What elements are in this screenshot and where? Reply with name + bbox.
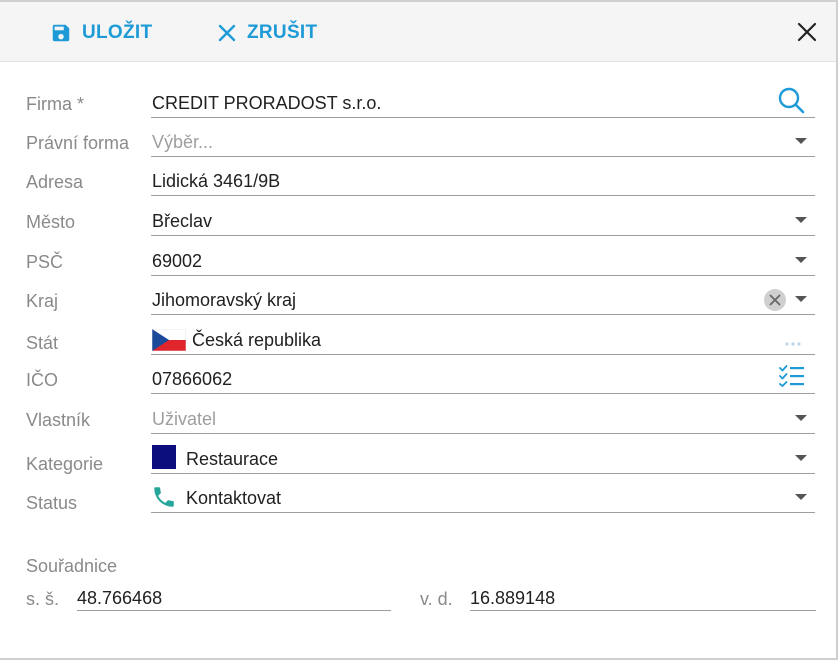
close-icon [797,22,817,42]
status-value: Kontaktovat [186,488,282,508]
row-ico: IČO 07866062 [0,359,838,399]
longitude-label: v. d. [420,589,453,609]
row-kategorie: Kategorie Restaurace [0,439,838,479]
save-button[interactable]: ULOŽIT [50,2,152,64]
ico-label: IČO [26,370,59,390]
stat-label: Stát [26,333,59,353]
pravni-forma-select[interactable]: Výběr... [151,122,815,157]
latitude-value: 48.766468 [77,588,163,608]
status-label: Status [26,493,78,513]
chevron-down-icon[interactable] [795,257,807,263]
vlastnik-label: Vlastník [26,410,91,430]
firma-field[interactable]: CREDIT PRORADOST s.r.o. [151,83,815,118]
ico-field[interactable]: 07866062 [151,359,815,394]
longitude-field[interactable]: 16.889148 [470,584,816,611]
status-select[interactable]: Kontaktovat [151,478,815,513]
longitude-value: 16.889148 [470,588,556,608]
row-adresa: Adresa Lidická 3461/9B [0,161,838,201]
save-icon [50,22,72,44]
vlastnik-select[interactable]: Uživatel [151,399,815,434]
psc-label: PSČ [26,252,64,272]
stat-field[interactable]: Česká republika [151,320,815,355]
kategorie-value: Restaurace [186,449,279,469]
more-dots-icon[interactable] [785,334,801,352]
checklist-icon[interactable] [779,365,805,392]
toolbar: ULOŽIT ZRUŠIT [0,0,836,62]
save-label: ULOŽIT [82,22,153,43]
row-kraj: Kraj Jihomoravský kraj [0,280,838,320]
row-firma: Firma * CREDIT PRORADOST s.r.o. [0,83,838,123]
firma-value: CREDIT PRORADOST s.r.o. [152,93,382,113]
phone-icon [151,484,177,515]
adresa-value: Lidická 3461/9B [152,171,281,191]
psc-value: 69002 [152,251,203,271]
mesto-value: Břeclav [152,211,213,231]
latitude-field[interactable]: 48.766468 [77,584,391,611]
adresa-label: Adresa [26,172,84,192]
chevron-down-icon[interactable] [795,296,807,302]
kategorie-select[interactable]: Restaurace [151,439,815,474]
vlastnik-placeholder: Uživatel [152,409,217,429]
search-icon[interactable] [777,86,805,119]
chevron-down-icon[interactable] [795,217,807,223]
mesto-label: Město [26,212,76,232]
clear-icon[interactable] [763,288,787,317]
cancel-button[interactable]: ZRUŠIT [217,2,317,64]
chevron-down-icon[interactable] [795,415,807,421]
adresa-field[interactable]: Lidická 3461/9B [151,161,815,196]
latitude-label: s. š. [26,589,60,609]
chevron-down-icon[interactable] [795,138,807,144]
kraj-value: Jihomoravský kraj [152,290,297,310]
chevron-down-icon[interactable] [795,494,807,500]
stat-value: Česká republika [192,330,322,350]
close-dialog-button[interactable] [796,21,818,43]
firma-label: Firma * [26,94,84,114]
kraj-select[interactable]: Jihomoravský kraj [151,280,815,315]
coordinates-heading: Souřadnice [26,556,118,576]
pravni-forma-label: Právní forma [26,133,130,153]
row-pravni-forma: Právní forma Výběr... [0,122,838,162]
row-mesto: Město Břeclav [0,201,838,241]
mesto-select[interactable]: Břeclav [151,201,815,236]
category-color-swatch [152,445,176,469]
ico-value: 07866062 [152,369,233,389]
pravni-forma-placeholder: Výběr... [152,132,214,152]
chevron-down-icon[interactable] [795,455,807,461]
row-stat: Stát Česká republika [0,320,838,360]
row-vlastnik: Vlastník Uživatel [0,399,838,439]
close-x-icon [217,23,237,43]
row-status: Status Kontaktovat [0,478,838,518]
czech-flag-icon [151,328,187,352]
psc-select[interactable]: 69002 [151,241,815,276]
kategorie-label: Kategorie [26,454,104,474]
kraj-label: Kraj [26,291,59,311]
row-psc: PSČ 69002 [0,241,838,281]
cancel-label: ZRUŠIT [247,22,318,43]
